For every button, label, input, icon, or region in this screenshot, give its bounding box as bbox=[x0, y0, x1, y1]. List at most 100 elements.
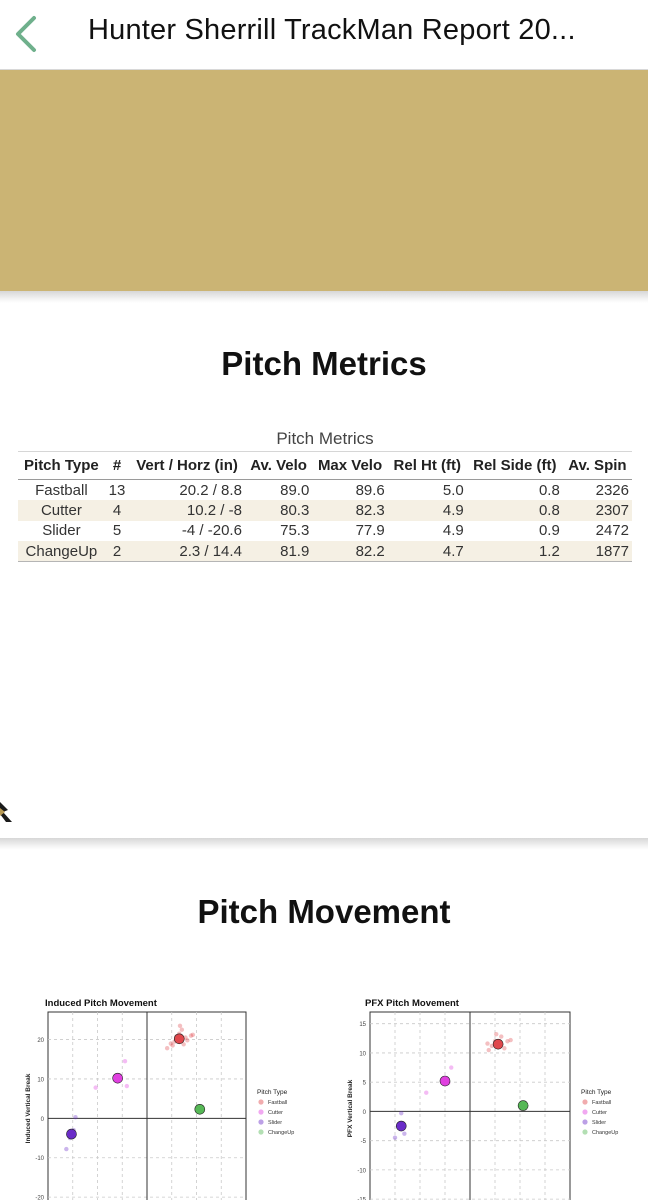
table-row: Cutter 4 10.2 / -8 80.3 82.3 4.9 0.8 230… bbox=[18, 500, 632, 521]
legend-label: Slider bbox=[268, 1120, 282, 1126]
pfx-movement-plot: PFX Pitch Movement151050-5-10-15PFX Vert… bbox=[347, 998, 618, 1200]
table-row: Fastball 13 20.2 / 8.8 89.0 89.6 5.0 0.8… bbox=[18, 480, 632, 501]
data-point-fastball bbox=[179, 1027, 185, 1032]
col-avg-spin: Av. Spin bbox=[562, 451, 632, 480]
legend-label: Cutter bbox=[592, 1110, 607, 1116]
cell-rel-side: 1.2 bbox=[466, 541, 563, 562]
cell-count: 5 bbox=[112, 522, 122, 540]
cell-count: 13 bbox=[108, 481, 126, 499]
legend-label: ChangeUp bbox=[592, 1130, 618, 1136]
cell-max-velo: 82.3 bbox=[312, 500, 388, 521]
cell-avg-velo: 89.0 bbox=[280, 481, 310, 499]
data-point-slider bbox=[64, 1146, 69, 1152]
induced-movement-plot: Induced Pitch Movement 20 10 0 -10 -20 Induced… bbox=[25, 998, 294, 1200]
data-point-fastball bbox=[508, 1037, 513, 1043]
col-max-velo: Max Velo bbox=[312, 451, 388, 480]
data-point-cutter bbox=[449, 1065, 454, 1070]
nav-bar: Hunter Sherrill TrackMan Report 20... bbox=[0, 0, 648, 70]
mean-point-fastball bbox=[173, 1033, 185, 1045]
mean-point-changeup bbox=[517, 1100, 529, 1111]
y-tick-label: 5 bbox=[363, 1081, 367, 1087]
col-vert-horz: Vert / Horz (in) bbox=[129, 451, 245, 480]
back-button[interactable] bbox=[10, 12, 46, 56]
section-divider bbox=[0, 838, 648, 850]
data-point-slider bbox=[392, 1135, 398, 1140]
section-divider bbox=[0, 291, 648, 303]
pitch-movement-heading: Pitch Movement bbox=[197, 893, 451, 930]
cell-vert-horz: 2.3 / 14.4 bbox=[129, 541, 245, 562]
y-tick-label: 0 bbox=[363, 1110, 367, 1116]
data-point-fastball bbox=[485, 1041, 490, 1046]
mean-point-cutter bbox=[112, 1072, 123, 1084]
legend-title: Pitch Type bbox=[581, 1089, 612, 1096]
legend-swatch bbox=[582, 1109, 588, 1115]
cell-avg-spin: 2326 bbox=[595, 481, 629, 499]
induced-movement-chart: Induced Pitch Movement 20 10 0 -10 -20 Induced… bbox=[18, 990, 318, 1200]
mean-point-slider bbox=[66, 1128, 77, 1140]
data-point-fastball bbox=[177, 1023, 183, 1028]
pitch-metrics-table: Pitch Metrics Pitch Type # Vert / Horz (… bbox=[18, 427, 632, 562]
y-tick-label: 15 bbox=[359, 1022, 366, 1028]
y-tick-label: -10 bbox=[357, 1168, 366, 1174]
pitch-metrics-heading: Pitch Metrics bbox=[221, 345, 427, 382]
cell-rel-side: 0.9 bbox=[538, 522, 560, 540]
cell-count: 4 bbox=[104, 500, 130, 521]
cell-rel-ht: 5.0 bbox=[442, 481, 464, 499]
data-point-fastball bbox=[486, 1047, 491, 1053]
legend-label: Fastball bbox=[268, 1100, 287, 1106]
cell-pitch-type: Cutter bbox=[18, 500, 105, 521]
cell-rel-side: 0.8 bbox=[538, 481, 560, 499]
col-avg-velo: Av. Velo bbox=[244, 451, 313, 480]
legend-label: Slider bbox=[592, 1120, 606, 1126]
cell-vert-horz: 20.2 / 8.8 bbox=[179, 481, 242, 499]
y-tick-label: 10 bbox=[37, 1077, 44, 1083]
legend-swatch bbox=[258, 1129, 264, 1135]
y-tick-label: -20 bbox=[35, 1196, 44, 1200]
data-point-slider bbox=[73, 1114, 78, 1120]
legend-label: Cutter bbox=[268, 1110, 283, 1116]
col-rel-ht: Rel Ht (ft) bbox=[387, 451, 467, 480]
chevron-left-icon bbox=[16, 16, 36, 52]
legend-label: ChangeUp bbox=[268, 1130, 294, 1136]
data-point-slider bbox=[402, 1131, 407, 1136]
cell-avg-velo: 81.9 bbox=[244, 541, 313, 562]
cell-pitch-type: Fastball bbox=[35, 481, 88, 499]
data-point-fastball bbox=[502, 1046, 507, 1051]
cell-avg-spin: 2307 bbox=[562, 500, 632, 521]
cell-max-velo: 82.2 bbox=[312, 541, 388, 562]
legend-swatch bbox=[258, 1109, 264, 1115]
mean-point-slider bbox=[395, 1120, 407, 1132]
legend-swatch bbox=[258, 1099, 264, 1105]
y-tick-label: -10 bbox=[35, 1156, 44, 1162]
cell-vert-horz: -4 / -20.6 bbox=[181, 522, 242, 540]
data-point-cutter bbox=[124, 1083, 130, 1089]
legend-swatch bbox=[582, 1099, 588, 1105]
report-banner bbox=[0, 70, 648, 291]
data-point-fastball bbox=[494, 1032, 499, 1037]
y-axis-label: PFX Vertical Break bbox=[347, 1079, 354, 1137]
page-title: Hunter Sherrill TrackMan Report 20... bbox=[88, 14, 576, 46]
chart-title: Induced Pitch Movement bbox=[45, 998, 158, 1009]
y-tick-label: 10 bbox=[359, 1051, 366, 1057]
data-point-fastball bbox=[499, 1034, 504, 1039]
col-rel-side: Rel Side (ft) bbox=[466, 451, 563, 480]
data-point-cutter bbox=[93, 1085, 98, 1090]
pfx-movement-chart: PFX Pitch Movement151050-5-10-15PFX Vert… bbox=[338, 990, 638, 1200]
data-point-cutter bbox=[424, 1090, 429, 1095]
cell-pitch-type: ChangeUp bbox=[18, 541, 105, 562]
cell-count: 2 bbox=[104, 541, 130, 562]
cell-avg-spin: 1877 bbox=[562, 541, 632, 562]
mean-point-cutter bbox=[439, 1075, 451, 1087]
y-axis-label: Induced Vertical Break bbox=[25, 1073, 32, 1143]
cell-avg-spin: 2472 bbox=[595, 522, 629, 540]
cell-avg-velo: 75.3 bbox=[280, 522, 310, 540]
legend-title: Pitch Type bbox=[257, 1089, 288, 1096]
cell-avg-velo: 80.3 bbox=[244, 500, 313, 521]
y-tick-label: 20 bbox=[37, 1038, 44, 1044]
cell-max-velo: 89.6 bbox=[355, 481, 385, 499]
cell-vert-horz: 10.2 / -8 bbox=[129, 500, 245, 521]
cell-rel-side: 0.8 bbox=[466, 500, 563, 521]
mean-point-changeup bbox=[194, 1103, 206, 1115]
table-header-row: Pitch Type # Vert / Horz (in) Av. Velo M… bbox=[18, 451, 632, 480]
cell-max-velo: 77.9 bbox=[355, 522, 385, 540]
